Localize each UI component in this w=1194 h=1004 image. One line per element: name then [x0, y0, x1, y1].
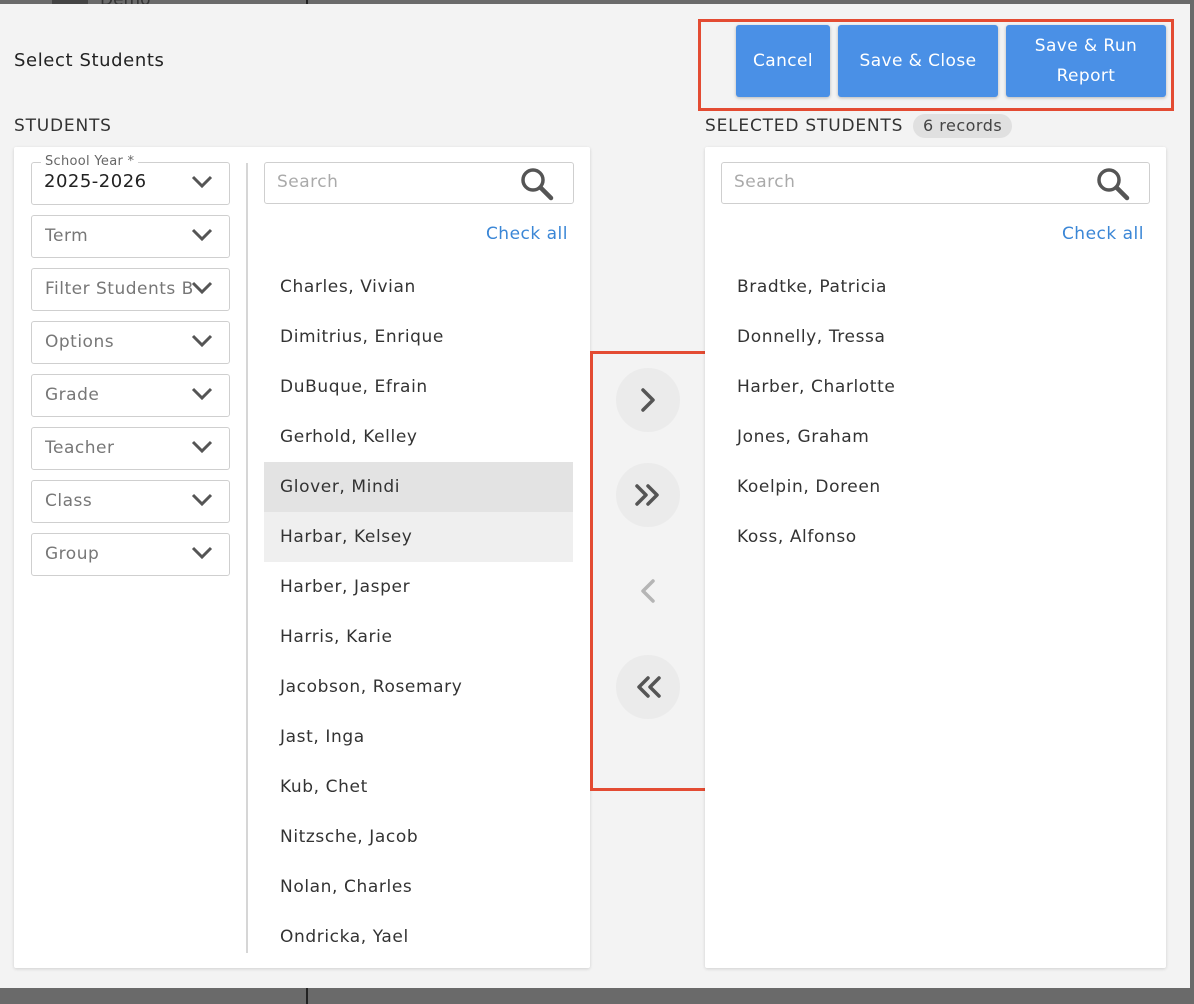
- chevron-down-icon: [191, 228, 213, 242]
- student-list-item[interactable]: Harbar, Kelsey: [264, 512, 573, 562]
- student-list-item[interactable]: Nitzsche, Jacob: [264, 812, 573, 862]
- selected-search: [721, 162, 1150, 204]
- filter-students-by-select[interactable]: Filter Students By: [31, 268, 230, 311]
- student-list-item[interactable]: Kub, Chet: [264, 762, 573, 812]
- chevron-down-icon: [191, 281, 213, 295]
- student-list-item[interactable]: Glover, Mindi: [264, 462, 573, 512]
- chevron-down-icon: [191, 440, 213, 454]
- options-select-label: Options: [45, 332, 115, 352]
- students-search-input[interactable]: [277, 172, 497, 192]
- student-list-item[interactable]: DuBuque, Efrain: [264, 362, 573, 412]
- school-year-value: 2025-2026: [44, 171, 147, 192]
- remove-all-button[interactable]: [616, 655, 680, 719]
- student-list-item[interactable]: Jast, Inga: [264, 712, 573, 762]
- school-year-select[interactable]: School Year * 2025-2026: [31, 154, 230, 205]
- add-selected-button[interactable]: [616, 368, 680, 432]
- selected-student-list-item[interactable]: Koelpin, Doreen: [721, 462, 1151, 512]
- remove-selected-button[interactable]: [616, 559, 680, 623]
- student-list-item[interactable]: Ondricka, Yael: [264, 912, 573, 962]
- students-list: Charles, Vivian Dimitrius, Enrique DuBuq…: [264, 262, 573, 962]
- chevron-down-icon: [191, 334, 213, 348]
- student-list-item[interactable]: Dimitrius, Enrique: [264, 312, 573, 362]
- student-list-item[interactable]: Charles, Vivian: [264, 262, 573, 312]
- class-select[interactable]: Class: [31, 480, 230, 523]
- chevron-right-icon: [641, 388, 655, 412]
- student-list-item[interactable]: Harris, Karie: [264, 612, 573, 662]
- selected-students-panel: Check all Bradtke, Patricia Donnelly, Tr…: [705, 147, 1166, 968]
- selected-student-list-item[interactable]: Jones, Graham: [721, 412, 1151, 462]
- term-select-label: Term: [45, 226, 89, 246]
- term-select[interactable]: Term: [31, 215, 230, 258]
- save-run-report-button[interactable]: Save & Run Report: [1006, 25, 1166, 97]
- double-chevron-left-icon: [637, 676, 661, 698]
- student-list-item[interactable]: Harber, Jasper: [264, 562, 573, 612]
- filter-divider: [246, 163, 248, 953]
- students-panel: School Year * 2025-2026 Term Filter Stud…: [14, 147, 590, 968]
- chevron-down-icon: [191, 175, 213, 189]
- selected-students-heading: SELECTED STUDENTS: [705, 116, 904, 136]
- selected-student-list-item[interactable]: Bradtke, Patricia: [721, 262, 1151, 312]
- selected-check-all-link[interactable]: Check all: [1062, 224, 1144, 244]
- selected-students-list: Bradtke, Patricia Donnelly, Tressa Harbe…: [721, 262, 1151, 562]
- chevron-left-icon: [641, 579, 655, 603]
- chevron-down-icon: [191, 546, 213, 560]
- record-count-badge: 6 records: [913, 114, 1013, 138]
- save-close-button[interactable]: Save & Close: [838, 25, 998, 97]
- student-list-item[interactable]: Jacobson, Rosemary: [264, 662, 573, 712]
- chevron-down-icon: [191, 387, 213, 401]
- dialog-title: Select Students: [14, 50, 165, 71]
- selected-student-list-item[interactable]: Koss, Alfonso: [721, 512, 1151, 562]
- selected-student-list-item[interactable]: Donnelly, Tressa: [721, 312, 1151, 362]
- students-heading: STUDENTS: [14, 116, 112, 136]
- group-select-label: Group: [45, 544, 100, 564]
- chevron-down-icon: [191, 493, 213, 507]
- students-search: [264, 162, 574, 204]
- save-run-report-label: Save & Run Report: [1034, 36, 1138, 86]
- grade-select-label: Grade: [45, 385, 100, 405]
- teacher-select[interactable]: Teacher: [31, 427, 230, 470]
- school-year-label: School Year *: [41, 154, 139, 169]
- search-icon[interactable]: [1095, 166, 1131, 202]
- filter-students-by-label: Filter Students By: [45, 279, 195, 299]
- group-select[interactable]: Group: [31, 533, 230, 576]
- selected-student-list-item[interactable]: Harber, Charlotte: [721, 362, 1151, 412]
- students-check-all-link[interactable]: Check all: [486, 224, 568, 244]
- selected-search-input[interactable]: [734, 172, 954, 192]
- options-select[interactable]: Options: [31, 321, 230, 364]
- cancel-button[interactable]: Cancel: [736, 25, 830, 97]
- double-chevron-right-icon: [635, 484, 659, 506]
- class-select-label: Class: [45, 491, 93, 511]
- select-students-dialog: Select Students Cancel Save & Close Save…: [0, 4, 1190, 988]
- grade-select[interactable]: Grade: [31, 374, 230, 417]
- student-list-item[interactable]: Nolan, Charles: [264, 862, 573, 912]
- add-all-button[interactable]: [616, 463, 680, 527]
- teacher-select-label: Teacher: [45, 438, 115, 458]
- search-icon[interactable]: [519, 166, 555, 202]
- student-list-item[interactable]: Gerhold, Kelley: [264, 412, 573, 462]
